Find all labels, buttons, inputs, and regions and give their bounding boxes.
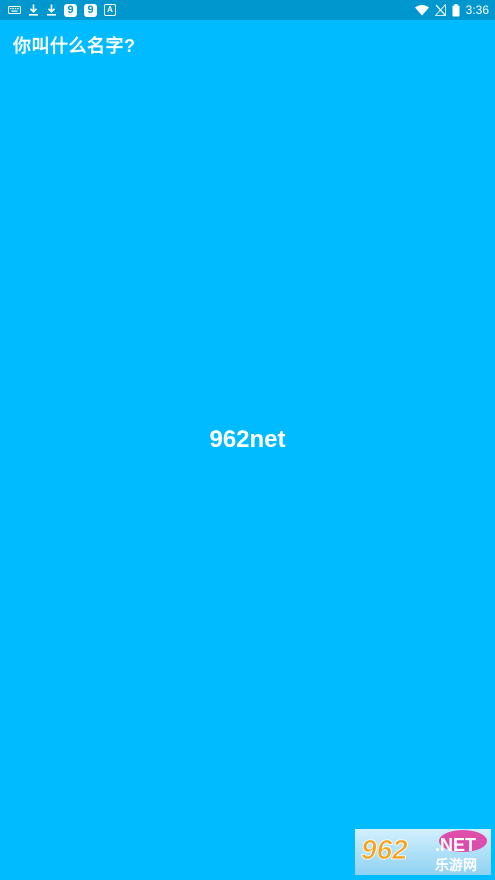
system-status: 3:36 [414, 2, 489, 18]
page-title: 你叫什么名字? [13, 36, 136, 56]
watermark-caption: 乐游网 [435, 857, 477, 874]
wifi-icon [414, 4, 429, 16]
status-bar: 9 9 A 3:36 [0, 0, 495, 20]
status-clock: 3:36 [465, 3, 489, 17]
keyboard-icon [8, 5, 21, 15]
app-9-icon: 9 [84, 3, 97, 17]
center-label: 962net [209, 426, 286, 453]
watermark-number: 962 [361, 834, 408, 865]
notification-icons: 9 9 A [8, 2, 116, 18]
download-icon [28, 4, 39, 16]
watermark-logo: 962 .NET 乐游网 [355, 829, 491, 875]
app-a-icon: A [104, 4, 116, 16]
app-screen: 9 9 A 3:36 你叫什么名字? 962net 962 .NET 乐游网 [0, 0, 495, 880]
app-9-icon: 9 [64, 3, 77, 17]
no-signal-icon [434, 4, 446, 16]
battery-icon [452, 3, 460, 17]
download-icon [46, 4, 57, 16]
watermark-suffix: .NET [435, 835, 476, 855]
